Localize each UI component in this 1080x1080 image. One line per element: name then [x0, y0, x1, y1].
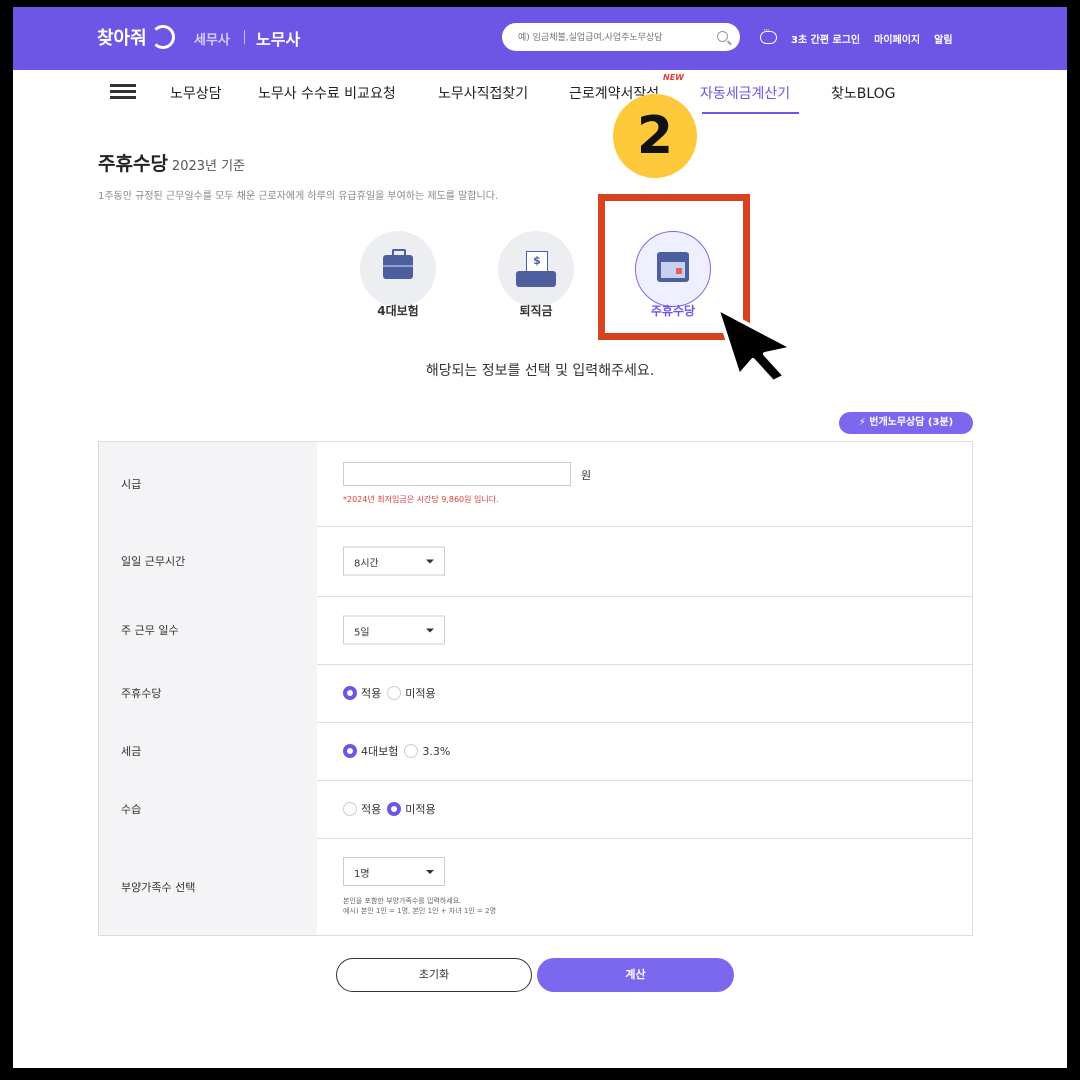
category-label: 퇴직금 [519, 304, 553, 318]
page-title-text: 주휴수당 [98, 153, 168, 175]
nav-active-underline [702, 112, 799, 114]
probation-radio-group: 적용 미적용 [343, 801, 442, 817]
select-value: 5일 [354, 627, 370, 639]
dependents-note-line: 본인을 포함한 부양가족수를 입력하세요. [343, 897, 462, 905]
dependents-note: 본인을 포함한 부양가족수를 입력하세요. 예시) 본인 1인 = 1명, 본인… [343, 896, 496, 916]
page-description: 1주동안 규정된 근무일수를 모두 채운 근로자에게 하루의 유급휴일을 부여하… [98, 191, 499, 202]
page-title-sub: 2023년 기준 [171, 159, 246, 174]
radio-label: 3.3% [422, 744, 451, 758]
quick-login-link[interactable]: 3초 간편 로그인 [791, 31, 860, 46]
notification-link[interactable]: 알림 [934, 31, 952, 46]
holiday-pay-not-apply-radio[interactable] [387, 686, 402, 700]
form-label-cell: 일일 근무시간 [99, 526, 317, 596]
app-frame: 찾아줘 세무사 노무사 3초 간편 로그인 마이페이지 알림 노무상담 노무사 … [13, 7, 1067, 1068]
radio-label: 적용 [361, 687, 382, 700]
form-row-probation: 수습 적용 미적용 [99, 780, 972, 839]
caret-down-icon [426, 628, 434, 633]
form-label: 수습 [121, 803, 142, 816]
form-label-cell: 부양가족수 선택 [99, 838, 317, 935]
dependents-select[interactable]: 1명 [343, 857, 445, 886]
form-row-weekly-days: 주 근무 일수 5일 [99, 596, 972, 665]
logo-text: 찾아줘 [97, 28, 147, 49]
search-input[interactable] [516, 28, 710, 48]
category-circle [360, 231, 436, 307]
form-label: 주휴수당 [121, 687, 162, 700]
hourly-wage-input[interactable] [343, 462, 571, 486]
calculate-button[interactable]: 계산 [537, 958, 734, 992]
tax-radio-group: 4대보험 3.3% [343, 743, 456, 759]
weekly-days-select[interactable]: 5일 [343, 615, 445, 645]
menu-icon[interactable] [110, 84, 136, 100]
form-label: 부양가족수 선택 [121, 880, 196, 894]
dependents-note-line: 예시) 본인 1인 = 1명, 본인 1인 + 자녀 1인 = 2명 [343, 907, 497, 915]
page-title: 주휴수당 2023년 기준 [98, 149, 245, 176]
quick-consult-button[interactable]: ⚡ 번개노무상담 (3분) [839, 412, 973, 434]
brand-labor-link[interactable]: 노무사 [256, 26, 300, 50]
chat-icon[interactable] [760, 26, 777, 44]
nav-item-tax-calculator[interactable]: 자동세금계산기 [700, 83, 790, 103]
form-row-daily-hours: 일일 근무시간 8시간 [99, 526, 972, 597]
caret-down-icon [426, 559, 434, 564]
wage-unit: 원 [581, 469, 592, 482]
briefcase-icon [383, 249, 413, 279]
probation-apply-radio[interactable] [343, 802, 357, 816]
form-label: 주 근무 일수 [121, 624, 179, 637]
reset-button[interactable]: 초기화 [336, 958, 532, 992]
category-severance[interactable]: $ 퇴직금 [497, 231, 575, 318]
form-row-dependents: 부양가족수 선택 1명 본인을 포함한 부양가족수를 입력하세요. 예시) 본인… [99, 838, 972, 935]
nav-item-find-labor[interactable]: 노무사직접찾기 [438, 83, 528, 103]
main-nav: 노무상담 노무사 수수료 비교요청 노무사직접찾기 근로계약서작성 NEW 자동… [13, 70, 1067, 118]
new-badge: NEW [663, 73, 684, 82]
category-insurance[interactable]: 4대보험 [359, 231, 437, 318]
tax-3-3-radio[interactable] [404, 744, 419, 758]
brand-tax-link[interactable]: 세무사 [194, 29, 230, 48]
instruction-text: 해당되는 정보를 선택 및 입력해주세요. [425, 363, 655, 379]
form-label-cell: 시급 [99, 442, 317, 526]
category-circle: $ [498, 231, 574, 307]
probation-not-apply-radio[interactable] [387, 802, 402, 816]
form-row-tax: 세금 4대보험 3.3% [99, 722, 972, 781]
form-label: 시급 [121, 478, 142, 491]
minimum-wage-note: *2024년 최저임금은 시간당 9,860원 입니다. [343, 495, 499, 504]
form-label: 세금 [121, 745, 142, 758]
step-badge: 2 [613, 94, 697, 178]
mypage-link[interactable]: 마이페이지 [874, 31, 920, 46]
radio-label: 미적용 [405, 803, 436, 816]
caret-down-icon [426, 870, 434, 874]
nav-item-consult[interactable]: 노무상담 [170, 83, 222, 103]
calculator-form: 시급 원 *2024년 최저임금은 시간당 9,860원 입니다. 일일 근무시… [98, 441, 973, 936]
search-icon[interactable] [717, 31, 728, 42]
form-label: 일일 근무시간 [121, 555, 186, 568]
form-label-cell: 주휴수당 [99, 664, 317, 722]
form-label-cell: 수습 [99, 780, 317, 838]
money-tray-icon: $ [516, 251, 556, 287]
radio-label: 미적용 [405, 687, 436, 700]
radio-label: 적용 [361, 803, 382, 816]
holiday-pay-apply-radio[interactable] [343, 686, 357, 700]
category-label: 4대보험 [377, 304, 419, 318]
tax-insurance-radio[interactable] [343, 744, 357, 758]
nav-item-fee-compare[interactable]: 노무사 수수료 비교요청 [258, 83, 396, 103]
form-row-wage: 시급 원 *2024년 최저임금은 시간당 9,860원 입니다. [99, 442, 972, 527]
top-bar: 찾아줘 세무사 노무사 3초 간편 로그인 마이페이지 알림 [13, 7, 1067, 70]
nav-item-blog[interactable]: 찾노BLOG [831, 83, 896, 103]
search-box [502, 23, 740, 51]
brand-divider [244, 30, 245, 44]
select-value: 8시간 [354, 558, 379, 570]
select-value: 1명 [354, 869, 370, 880]
radio-label: 4대보험 [361, 745, 399, 758]
magnifier-logo-icon [150, 25, 175, 49]
form-row-holiday-pay: 주휴수당 적용 미적용 [99, 664, 972, 723]
form-label-cell: 주 근무 일수 [99, 596, 317, 664]
logo[interactable]: 찾아줘 [97, 24, 175, 50]
top-links: 3초 간편 로그인 마이페이지 알림 [791, 31, 953, 46]
daily-hours-select[interactable]: 8시간 [343, 546, 445, 576]
holiday-pay-radio-group: 적용 미적용 [343, 685, 442, 701]
form-label-cell: 세금 [99, 722, 317, 780]
